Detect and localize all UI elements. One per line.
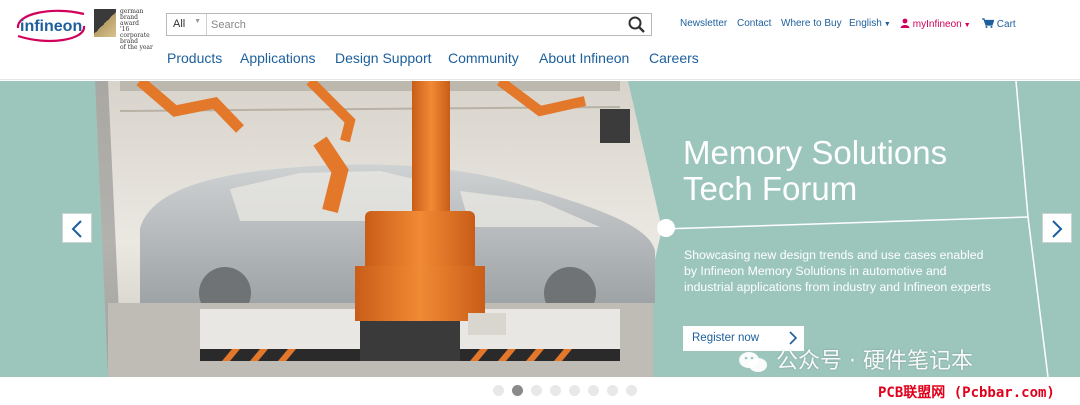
hero-description: Showcasing new design trends and use cas…	[684, 248, 991, 294]
infineon-logo[interactable]: infineon	[12, 6, 90, 44]
wechat-icon	[739, 352, 767, 372]
myinfineon-menu[interactable]: myInfineon ▼	[900, 18, 971, 30]
contact-link[interactable]: Contact	[737, 18, 771, 29]
hero-carousel: Memory Solutions Tech Forum Showcasing n…	[0, 81, 1080, 377]
hero-title-line2: Tech Forum	[683, 170, 858, 207]
carousel-dot[interactable]	[550, 385, 561, 396]
nav-careers[interactable]: Careers	[649, 50, 699, 66]
search-scope-label: All	[173, 18, 186, 30]
carousel-dot[interactable]	[588, 385, 599, 396]
chevron-left-icon	[71, 220, 82, 238]
chevron-right-icon	[1052, 220, 1063, 238]
site-header: infineon german brand award '16 corporat…	[0, 0, 1080, 80]
search-button[interactable]	[627, 15, 647, 34]
nav-design-support[interactable]: Design Support	[335, 50, 432, 66]
cart-label: Cart	[996, 19, 1016, 30]
carousel-dot[interactable]	[531, 385, 542, 396]
search-bar: All ▼	[166, 13, 652, 36]
hero-image-robots-car-factory	[95, 81, 1049, 377]
user-icon	[900, 18, 910, 28]
award-icon	[94, 9, 116, 37]
page: infineon german brand award '16 corporat…	[0, 0, 1080, 405]
cart-icon	[982, 18, 995, 28]
carousel-prev-button[interactable]	[62, 213, 92, 243]
chevron-down-icon: ▼	[883, 21, 891, 28]
where-to-buy-link[interactable]: Where to Buy	[781, 18, 842, 29]
search-scope-select[interactable]: All ▼	[167, 14, 207, 35]
carousel-dots	[0, 385, 1080, 397]
myinfineon-label: myInfineon	[912, 19, 962, 30]
hero-title-line1: Memory Solutions	[683, 134, 948, 171]
carousel-dot[interactable]	[493, 385, 504, 396]
language-select[interactable]: English ▼	[849, 18, 891, 29]
award-text: german brand award '16 corporate brand o…	[120, 8, 153, 51]
nav-applications[interactable]: Applications	[240, 50, 316, 66]
nav-about-infineon[interactable]: About Infineon	[539, 50, 629, 66]
carousel-dot-active[interactable]	[512, 385, 523, 396]
newsletter-link[interactable]: Newsletter	[680, 18, 727, 29]
watermark-wechat-text: 公众号 · 硬件笔记本	[776, 349, 973, 374]
nav-products[interactable]: Products	[167, 50, 222, 66]
chevron-down-icon: ▼	[194, 18, 201, 25]
chevron-down-icon: ▼	[963, 22, 971, 29]
language-label: English	[849, 18, 882, 29]
register-label: Register now	[692, 332, 760, 344]
logo-text: infineon	[20, 18, 82, 35]
search-icon	[628, 16, 645, 33]
carousel-dot[interactable]	[569, 385, 580, 396]
carousel-dot[interactable]	[626, 385, 637, 396]
hero-title: Memory Solutions Tech Forum	[683, 135, 947, 207]
carousel-next-button[interactable]	[1042, 213, 1072, 243]
search-input[interactable]	[211, 16, 601, 33]
brand-award-badge: german brand award '16 corporate brand o…	[94, 9, 153, 51]
nav-community[interactable]: Community	[448, 50, 519, 66]
carousel-dot[interactable]	[607, 385, 618, 396]
cart-link[interactable]: Cart	[982, 18, 1016, 30]
